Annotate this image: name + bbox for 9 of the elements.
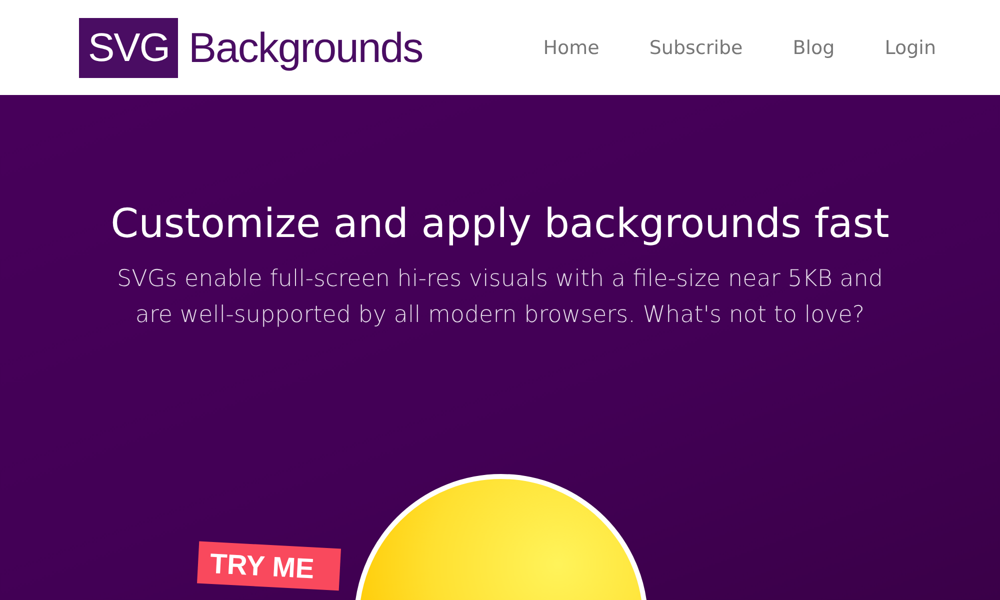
nav-link[interactable]: Login [884, 36, 936, 58]
hero-subtitle: SVGs enable full-screen hi-res visuals with a file-size near 5KB and are well-supported by all modern browsers. What's not to love? [116, 265, 884, 330]
nav-link[interactable]: Home [543, 36, 600, 58]
nav-link[interactable]: Subscribe [649, 36, 743, 58]
logo-wordmark[interactable]: Backgrounds [188, 24, 423, 72]
arrow-tag[interactable]: TRY ME [197, 541, 342, 591]
logo-mark[interactable]: SVG [79, 18, 178, 78]
nav-link[interactable]: Blog [792, 36, 835, 58]
hero-title: Customize and apply backgrounds fast [110, 201, 890, 247]
